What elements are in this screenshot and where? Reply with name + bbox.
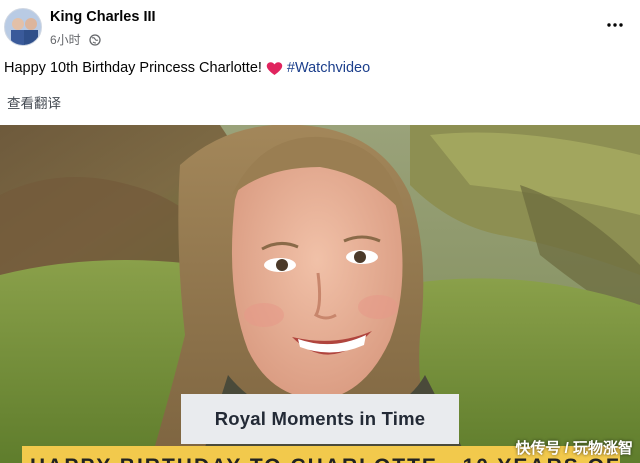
post-time[interactable]: 6小时	[50, 31, 81, 48]
author-name[interactable]: King Charles III	[50, 9, 156, 25]
caption-text: Happy 10th Birthday Princess Charlotte!	[4, 60, 262, 76]
overlay-title: Royal Moments in Time	[214, 408, 426, 429]
see-translation-link[interactable]: 查看翻译	[7, 92, 61, 112]
hashtag-link[interactable]: #Watchvideo	[287, 60, 370, 76]
overlay-card: Royal Moments in Time	[181, 394, 459, 444]
globe-icon[interactable]	[89, 33, 101, 46]
more-horizontal-icon	[607, 23, 623, 27]
more-options-button[interactable]	[604, 14, 626, 36]
heart-icon	[266, 61, 283, 76]
avatar[interactable]	[4, 8, 42, 46]
post-meta: 6小时	[50, 31, 101, 48]
watermark: 快传号 / 玩物涨智	[515, 440, 633, 457]
post-caption: Happy 10th Birthday Princess Charlotte! …	[4, 60, 370, 76]
post-header: King Charles III 6小时	[0, 0, 640, 56]
